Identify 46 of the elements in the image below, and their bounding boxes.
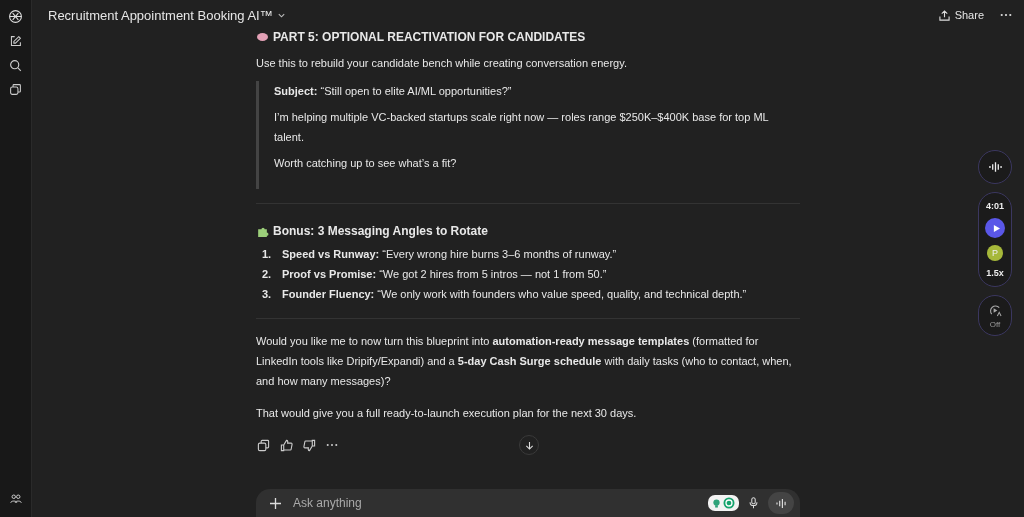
paragraph: Would you like me to now turn this blueprint into automation-ready message templates (formatted for LinkedIn tools like Dripify/Expandi) and a 5-day Cash Surge schedule with daily tasks (who to contact, when, and how many messages)? [256,334,793,389]
arrow-down-icon [524,440,534,450]
upload-icon [938,9,950,21]
scroll-down-button[interactable] [519,435,539,455]
list-item: Speed vs Runway: “Every wrong hire burns 3–6 months of runway.” [282,247,617,262]
waveform-icon [988,162,1002,172]
extension-badge[interactable] [708,495,739,511]
section-heading: PART 5: OPTIONAL REACTIVATION FOR CANDIDATES [273,30,586,44]
bulb-icon [712,498,721,508]
ring-icon [723,497,735,509]
more-icon[interactable] [326,443,338,447]
playback-speed[interactable]: 1.5x [986,268,1004,278]
voice-button[interactable] [768,492,794,514]
list-item: Proof vs Promise: “We got 2 hires from 5 intros — not 1 from 50.” [282,267,607,282]
more-icon[interactable] [1000,13,1012,17]
thumbs-down-icon[interactable] [303,438,316,452]
play-icon [992,224,1000,232]
list-number: 2. [262,267,272,282]
search-icon[interactable] [9,59,22,72]
quote-paragraph: I’m helping multiple VC-backed startups scale right now — roles range $250K–$400K base for top ML talent. [274,110,770,145]
message-input[interactable]: Ask anything [291,495,698,511]
list-number: 1. [262,247,272,262]
voice-button[interactable] [978,150,1012,184]
edit-icon[interactable] [9,35,22,48]
share-button[interactable]: Share [936,7,986,23]
autoplay-button[interactable]: Off [978,295,1012,336]
section-heading: Bonus: 3 Messaging Angles to Rotate [273,224,488,238]
quote-paragraph: Worth catching up to see what’s a fit? [274,156,458,171]
paragraph: That would give you a full ready-to-launch execution plan for the next 30 days. [256,406,638,421]
quote-paragraph: Subject: “Still open to elite AI/ML opportunities?” [274,84,513,99]
people-icon[interactable] [9,493,22,505]
playback-time: 4:01 [986,201,1004,211]
play-button[interactable] [985,218,1005,238]
logo-icon[interactable] [8,9,23,24]
replay-icon [988,304,1002,317]
thumbs-up-icon[interactable] [280,438,293,452]
microphone-icon[interactable] [749,497,758,509]
plus-icon[interactable] [270,497,281,509]
list-item: Founder Fluency: “We only work with founders who value speed, quality, and technical depth.” [282,287,747,302]
waveform-icon [775,498,787,508]
message-composer[interactable]: Ask anything [256,489,800,517]
model-title[interactable]: Recruitment Appointment Booking AI™ [48,7,286,23]
list-number: 3. [262,287,272,302]
library-icon[interactable] [9,83,22,96]
paragraph: Use this to rebuild your candidate bench while creating conversation energy. [256,56,628,71]
copy-icon[interactable] [257,438,270,452]
